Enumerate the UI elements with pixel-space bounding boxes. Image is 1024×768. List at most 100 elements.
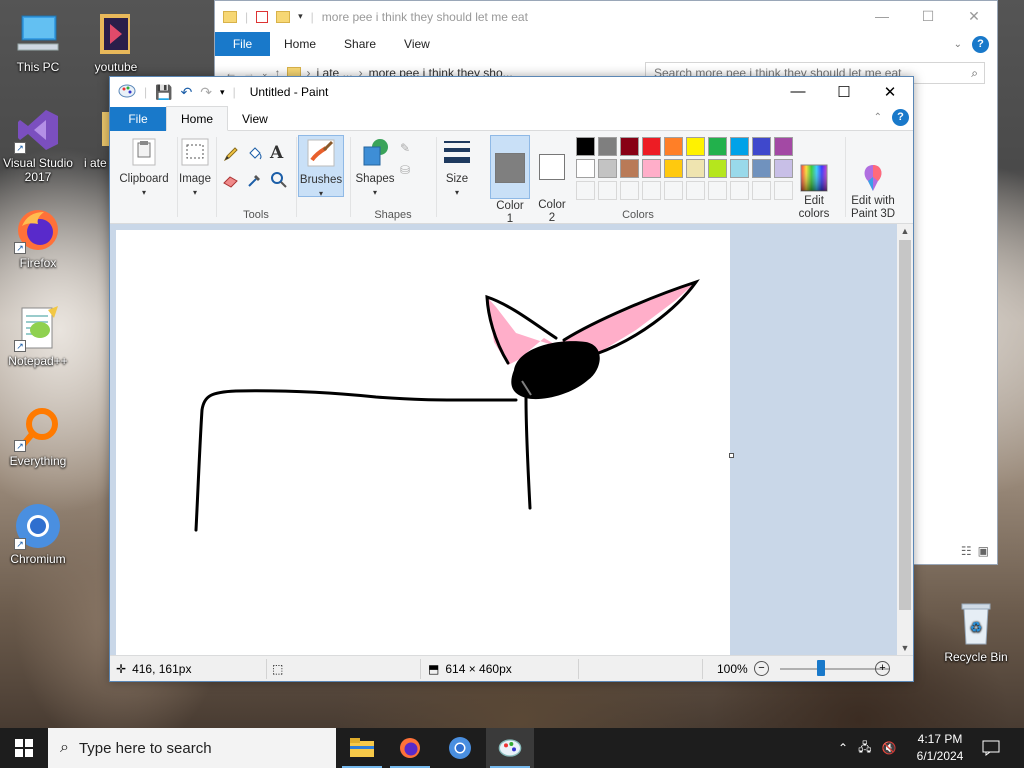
quick-access-dropdown-icon[interactable]: ▾ bbox=[220, 87, 225, 98]
palette-swatch[interactable] bbox=[576, 137, 595, 156]
palette-empty-slot[interactable] bbox=[598, 181, 617, 200]
color2-button[interactable]: Color 2 bbox=[532, 135, 572, 224]
palette-empty-slot[interactable] bbox=[752, 181, 771, 200]
close-icon[interactable]: ✕ bbox=[867, 83, 913, 101]
taskbar-firefox[interactable] bbox=[386, 728, 434, 768]
properties-icon[interactable] bbox=[256, 10, 269, 23]
palette-swatch[interactable] bbox=[620, 159, 639, 178]
palette-empty-slot[interactable] bbox=[576, 181, 595, 200]
palette-empty-slot[interactable] bbox=[730, 181, 749, 200]
palette-swatch[interactable] bbox=[620, 137, 639, 156]
new-folder-icon[interactable] bbox=[276, 10, 291, 23]
clipboard-button[interactable]: Clipboard ▾ bbox=[116, 137, 172, 199]
palette-empty-slot[interactable] bbox=[774, 181, 793, 200]
edit-colors-button[interactable]: Edit colors bbox=[794, 137, 834, 234]
palette-empty-slot[interactable] bbox=[642, 181, 661, 200]
canvas-resize-handle[interactable] bbox=[729, 453, 734, 458]
taskbar-chromium[interactable] bbox=[436, 728, 484, 768]
canvas-workspace[interactable] bbox=[110, 224, 897, 655]
palette-empty-slot[interactable] bbox=[708, 181, 727, 200]
taskbar-search-input[interactable]: ⌕ Type here to search bbox=[48, 728, 336, 768]
undo-icon[interactable]: ↶ bbox=[181, 84, 193, 101]
palette-swatch[interactable] bbox=[664, 137, 683, 156]
palette-swatch[interactable] bbox=[664, 159, 683, 178]
maximize-icon[interactable]: ☐ bbox=[821, 83, 867, 101]
network-icon[interactable]: 🖧 bbox=[858, 738, 871, 759]
quick-access-dropdown-icon[interactable]: ▾ bbox=[298, 11, 303, 22]
show-hidden-icons-icon[interactable]: ⌃ bbox=[838, 741, 848, 755]
taskbar-paint[interactable] bbox=[486, 728, 534, 768]
minimize-icon[interactable]: — bbox=[775, 83, 821, 101]
palette-swatch[interactable] bbox=[642, 159, 661, 178]
tab-file[interactable]: File bbox=[215, 32, 270, 56]
volume-muted-icon[interactable]: 🔇 bbox=[881, 741, 896, 755]
desktop-icon-this-pc[interactable]: This PC bbox=[0, 10, 76, 74]
tab-file[interactable]: File bbox=[110, 106, 166, 131]
maximize-icon[interactable]: ☐ bbox=[905, 8, 951, 25]
minimize-icon[interactable]: — bbox=[859, 8, 905, 25]
text-tool-icon[interactable]: A bbox=[270, 143, 288, 163]
shapes-button[interactable]: Shapes ▾ bbox=[354, 137, 396, 199]
help-icon[interactable]: ? bbox=[972, 35, 989, 53]
desktop-icon-chromium[interactable]: ↗ Chromium bbox=[0, 502, 76, 566]
help-icon[interactable]: ? bbox=[892, 109, 909, 126]
palette-swatch[interactable] bbox=[730, 159, 749, 178]
vertical-scrollbar[interactable]: ▲ ▼ bbox=[897, 224, 913, 655]
paint-window[interactable]: | 💾 ↶ ↷ ▾ | Untitled - Paint — ☐ ✕ File … bbox=[109, 76, 914, 682]
brushes-button[interactable]: Brushes ▾ bbox=[298, 135, 344, 198]
tab-home[interactable]: Home bbox=[166, 106, 229, 131]
image-button[interactable]: Image ▾ bbox=[178, 137, 212, 199]
desktop-icon-recycle-bin[interactable]: ♻ Recycle Bin bbox=[938, 600, 1014, 664]
save-icon[interactable]: 💾 bbox=[155, 84, 172, 101]
taskbar-clock[interactable]: 4:17 PM 6/1/2024 bbox=[905, 731, 975, 765]
palette-swatch[interactable] bbox=[576, 159, 595, 178]
palette-empty-slot[interactable] bbox=[664, 181, 683, 200]
scroll-down-icon[interactable]: ▼ bbox=[897, 643, 913, 653]
desktop-icon-notepad-plus-plus[interactable]: ↗ Notepad++ bbox=[0, 304, 76, 368]
drawing-canvas[interactable] bbox=[116, 230, 730, 655]
palette-empty-slot[interactable] bbox=[686, 181, 705, 200]
tab-view[interactable]: View bbox=[228, 107, 282, 131]
zoom-slider-thumb[interactable] bbox=[817, 660, 825, 676]
size-button[interactable]: Size ▾ bbox=[438, 137, 476, 199]
taskbar-file-explorer[interactable] bbox=[338, 728, 386, 768]
palette-swatch[interactable] bbox=[686, 159, 705, 178]
palette-swatch[interactable] bbox=[774, 159, 793, 178]
notifications-icon[interactable] bbox=[982, 728, 1000, 768]
expand-ribbon-icon[interactable]: ⌄ bbox=[954, 39, 962, 50]
palette-swatch[interactable] bbox=[774, 137, 793, 156]
fill-icon[interactable]: ⛁ bbox=[400, 163, 418, 181]
desktop-icon-everything[interactable]: ↗ Everything bbox=[0, 404, 76, 468]
tab-home[interactable]: Home bbox=[270, 37, 330, 51]
desktop-icon-firefox[interactable]: ↗ Firefox bbox=[0, 206, 76, 270]
palette-empty-slot[interactable] bbox=[620, 181, 639, 200]
palette-swatch[interactable] bbox=[708, 137, 727, 156]
palette-swatch[interactable] bbox=[598, 159, 617, 178]
zoom-slider-track[interactable] bbox=[780, 668, 890, 670]
color-picker-icon[interactable] bbox=[246, 171, 264, 189]
pencil-icon[interactable] bbox=[222, 145, 240, 163]
scroll-up-icon[interactable]: ▲ bbox=[897, 226, 913, 236]
palette-swatch[interactable] bbox=[752, 159, 771, 178]
fill-bucket-icon[interactable] bbox=[246, 145, 264, 163]
large-icons-view-icon[interactable]: ▣ bbox=[978, 544, 989, 558]
outline-icon[interactable]: ✎ bbox=[400, 141, 418, 159]
redo-icon[interactable]: ↷ bbox=[200, 84, 212, 101]
zoom-out-button[interactable]: − bbox=[754, 661, 769, 676]
magnifier-icon[interactable] bbox=[270, 171, 288, 189]
details-view-icon[interactable]: ☷ bbox=[961, 544, 972, 558]
close-icon[interactable]: ✕ bbox=[951, 8, 997, 25]
palette-swatch[interactable] bbox=[730, 137, 749, 156]
tab-view[interactable]: View bbox=[390, 37, 444, 51]
scrollbar-thumb[interactable] bbox=[899, 240, 911, 610]
eraser-icon[interactable] bbox=[222, 171, 240, 189]
color1-button[interactable]: Color 1 bbox=[490, 135, 530, 225]
zoom-in-button[interactable]: + bbox=[875, 661, 890, 676]
palette-swatch[interactable] bbox=[598, 137, 617, 156]
desktop-icon-youtube[interactable]: youtube bbox=[78, 10, 154, 74]
start-button[interactable] bbox=[0, 728, 48, 768]
palette-swatch[interactable] bbox=[752, 137, 771, 156]
edit-with-paint3d-button[interactable]: Edit with Paint 3D bbox=[848, 137, 898, 234]
palette-swatch[interactable] bbox=[708, 159, 727, 178]
collapse-ribbon-icon[interactable]: ⌃ bbox=[874, 112, 882, 123]
